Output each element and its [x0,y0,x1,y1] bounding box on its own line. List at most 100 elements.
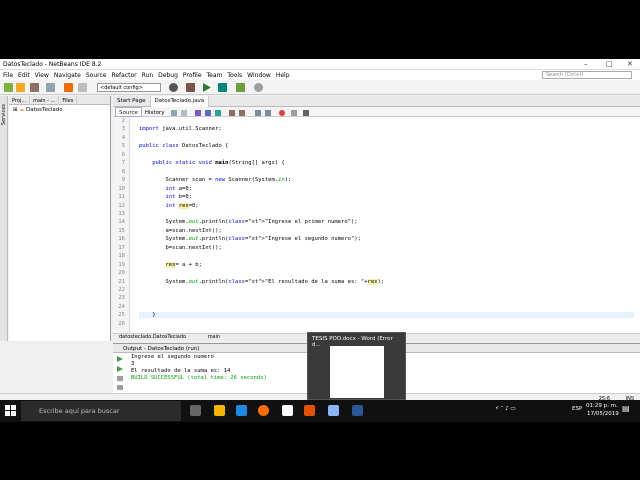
line-number: 4 [121,134,125,141]
output-line: Ingrese el segundo numero [131,354,214,360]
code-line[interactable]: public static void main(String[] args) { [139,160,284,166]
java-icon[interactable] [304,405,315,416]
history-button[interactable]: History [142,108,168,116]
project-panel: Proj... main - ... Files ⊞ ☕ DatosTeclado [9,96,111,341]
tab-navigator[interactable]: main - ... [30,96,60,105]
line-number: 11 [118,194,125,201]
clean-build-icon[interactable] [186,83,195,92]
windows-start-icon[interactable] [5,405,17,417]
services-tab[interactable]: Services [1,104,7,125]
notification-icons[interactable]: ⚡ ˄ ♪ ▭ [495,406,516,412]
line-number: 20 [118,270,125,277]
redo-icon[interactable] [78,83,87,92]
editor-tool-icons[interactable] [169,109,419,117]
menu-window[interactable]: Window [244,70,273,79]
maximize-button[interactable]: □ [606,60,613,68]
clock-time[interactable]: 01:29 p. m. [586,403,618,409]
code-line[interactable]: res= a + b; [139,261,202,268]
code-line[interactable]: System.out.println(class="st">"Ingrese e… [139,236,360,242]
line-number: 6 [121,151,125,158]
line-number: 22 [118,287,125,293]
word-icon[interactable] [352,405,363,416]
memory-icon[interactable] [254,83,263,92]
tab-projects[interactable]: Proj... [9,96,31,105]
code-area[interactable]: import java.util.Scanner; public class Da… [130,117,634,341]
taskbar: Escribe aquí para buscar ⚡ ˄ ♪ ▭ ESP 01:… [0,400,640,422]
menu-run[interactable]: Run [139,70,156,79]
search-input[interactable]: Search (Ctrl+I) [542,71,632,79]
tab-start-page[interactable]: Start Page [113,96,151,107]
open-project-icon[interactable] [30,83,39,92]
source-button[interactable]: Source [115,107,142,117]
undo-icon[interactable] [64,83,73,92]
menu-view[interactable]: View [32,70,51,79]
menu-navigate[interactable]: Navigate [51,70,83,79]
code-line[interactable]: int b=0; [139,194,193,200]
store-icon[interactable] [282,405,293,416]
menu-tools[interactable]: Tools [224,70,244,79]
breadcrumb-method[interactable]: main [188,334,221,340]
edge-icon[interactable] [236,405,247,416]
line-number: 2 [121,118,125,124]
code-line[interactable]: Scanner scan = new Scanner(System.in); [139,177,291,183]
tab-datosteclado[interactable]: DatosTeclado.java [150,96,210,107]
menu-file[interactable]: File [0,70,15,79]
project-root[interactable]: DatosTeclado [26,107,63,113]
new-file-icon[interactable] [16,83,25,92]
close-button[interactable]: ✕ [627,60,633,68]
line-number: 14 [118,219,125,226]
build-icon[interactable] [169,83,178,92]
profile-icon[interactable] [236,83,245,92]
taskbar-search[interactable]: Escribe aquí para buscar [21,401,181,421]
menu-team[interactable]: Team [204,70,225,79]
clock-date[interactable]: 17/05/2019 [587,411,619,417]
code-line[interactable]: System.out.println(class="st">"El result… [139,278,384,285]
line-number: 9 [121,177,125,184]
services-sidebar: Services [0,96,8,341]
code-line[interactable]: int res=0; [139,202,199,209]
debug-icon[interactable] [218,83,227,92]
code-line[interactable]: System.out.println(class="st">"Ingrese e… [139,219,357,225]
editor-panel: Start Page DatosTeclado.java Source Histor… [113,96,640,341]
output-controls[interactable] [116,354,126,394]
code-line[interactable]: } [139,312,634,319]
word-preview-page [330,346,384,398]
code-line[interactable]: public class DatosTeclado { [139,143,228,149]
line-number: 3 [121,126,125,133]
output-line: El resultado de la suma es: 14 [131,368,231,374]
line-number: 7 [121,160,125,167]
line-number: 12 [118,202,125,209]
line-number: 26 [118,320,125,327]
line-number: 5 [121,143,125,150]
menu-source[interactable]: Source [83,70,109,79]
menu-edit[interactable]: Edit [15,70,32,79]
project-tabs: Proj... main - ... Files [9,96,110,105]
line-gutter: 2 3 4 5 6 7 8 9 10 11 12 13 14 15 16 17 18 19 20 21 22 23 24 25… [113,117,130,341]
tab-files[interactable]: Files [59,96,78,105]
minimize-button[interactable]: – [584,60,588,68]
menu-refactor[interactable]: Refactor [108,70,138,79]
line-number: 24 [118,303,125,310]
menu-bar: File Edit View Navigate Source Refactor Run Deb… [0,70,640,80]
line-number: 25 [118,312,125,319]
code-line[interactable]: import java.util.Scanner; [139,126,222,132]
menu-help[interactable]: Help [273,70,292,79]
menu-profile[interactable]: Profile [180,70,204,79]
word-preview-thumbnail[interactable]: TESIS POO.docx - Word (Error d... [307,332,406,400]
file-explorer-icon[interactable] [214,405,225,416]
run-icon[interactable] [202,83,211,92]
menu-debug[interactable]: Debug [155,70,180,79]
task-view-icon[interactable] [190,405,201,416]
code-line[interactable]: int a=0; [139,186,193,192]
code-line[interactable]: a=scan.nextInt(); [139,228,221,234]
action-center-icon[interactable]: ▤ [622,404,630,413]
new-project-icon[interactable] [4,83,13,92]
editor-toolbar: Source History [113,107,640,117]
firefox-icon[interactable] [258,405,269,416]
language-indicator[interactable]: ESP [572,406,582,412]
breadcrumb-class[interactable]: datosteclado.DatosTeclado [113,334,186,340]
save-all-icon[interactable] [46,83,55,92]
config-select[interactable]: <default config> [97,83,161,92]
code-line[interactable]: b=scan.nextInt(); [139,245,221,251]
netbeans-icon[interactable] [328,405,339,416]
